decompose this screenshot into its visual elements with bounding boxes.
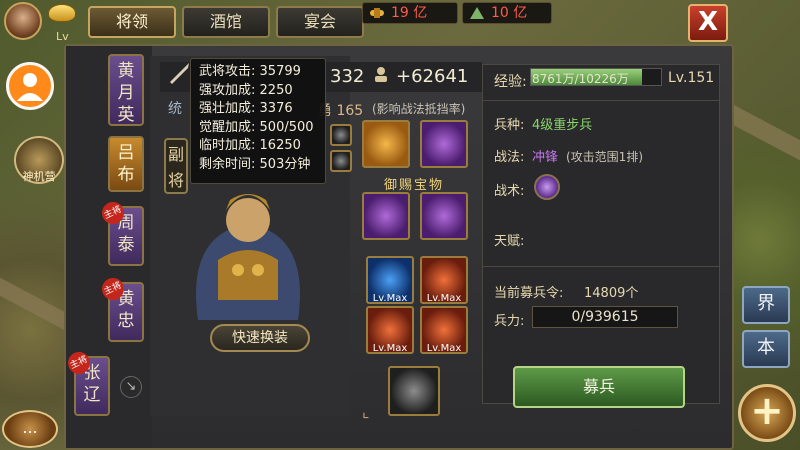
hero-power-bonus: +62641 — [396, 66, 469, 87]
tooltip-row: 强攻加成: 2250 — [199, 82, 317, 101]
equip-slot-small-1[interactable] — [330, 124, 352, 146]
player-level: Lv — [56, 30, 69, 43]
hero-command-label: 统 — [168, 101, 182, 117]
equip-slot-mount[interactable] — [388, 366, 440, 416]
tab-generals[interactable]: 将领 — [88, 6, 176, 38]
royal-treasure-label: 御赐宝物 — [384, 178, 445, 193]
resource-scroll: 19 亿 — [362, 2, 458, 24]
hero-tab-label: 黄月英 — [117, 61, 135, 125]
tooltip-label: 觉醒加成: — [199, 119, 256, 135]
base-button[interactable]: 本 — [742, 330, 790, 368]
hero-power-value: 332 — [330, 66, 365, 87]
tooltip-value: 500/500 — [259, 119, 314, 135]
world-button[interactable]: 界 — [742, 286, 790, 324]
profile-button[interactable] — [6, 62, 54, 110]
tooltip-value: 16250 — [259, 138, 301, 153]
chat-button[interactable]: ... — [2, 410, 58, 448]
equip-slot-weapon-4[interactable]: Lv.Max — [420, 306, 468, 354]
compass-icon[interactable]: ↘ — [120, 376, 142, 398]
recruit-token-label: 当前募兵令: — [494, 286, 564, 301]
tab-tavern[interactable]: 酒馆 — [182, 6, 270, 38]
gold-ingot-icon — [48, 4, 76, 22]
scroll-icon — [370, 8, 384, 18]
hero-tab-label: 吕布 — [117, 143, 135, 185]
equip-slot-tiger[interactable] — [362, 120, 410, 168]
unit-type-value: 4级重步兵 — [532, 118, 593, 133]
tooltip-value: 2250 — [259, 82, 293, 98]
lv-max-label: Lv.Max — [426, 293, 462, 304]
lv-max-label: Lv.Max — [426, 343, 462, 354]
tooltip-row: 强壮加成: 3376 — [199, 100, 317, 119]
tooltip-label: 强攻加成: — [199, 82, 256, 98]
exp-value: 8761万/10226万 — [532, 72, 629, 86]
hero-courage-note: (影响战法抵挡率) — [372, 102, 466, 116]
resource-food: 10 亿 — [462, 2, 552, 24]
tooltip-label: 强壮加成: — [199, 101, 256, 116]
equip-slot-royal-2[interactable] — [420, 192, 468, 240]
troop-label: 兵力: — [494, 314, 525, 329]
tooltip-label: 临时加成: — [199, 138, 256, 153]
equip-slot-royal-1[interactable] — [362, 192, 410, 240]
tactic-value: 冲锋 — [532, 150, 559, 165]
tactic-note: (攻击范围1排) — [566, 150, 643, 164]
resource-food-value: 10 亿 — [491, 5, 528, 21]
tooltip-label: 剩余时间: — [199, 156, 256, 172]
troop-value: 0/939615 — [532, 306, 678, 328]
tooltip-row: 临时加成: 16250 — [199, 137, 317, 156]
tooltip-row: 剩余时间: 503分钟 — [199, 156, 317, 175]
tooltip-value: 3376 — [259, 101, 293, 116]
tab-banquet[interactable]: 宴会 — [276, 6, 364, 38]
equip-slot-weapon-1[interactable]: Lv.Max — [366, 256, 414, 304]
tooltip-label: 武将攻击: — [199, 64, 256, 79]
deputy-general-button[interactable]: 副将 — [164, 138, 188, 194]
resource-scroll-value: 19 亿 — [391, 5, 428, 21]
skill-orb-icon[interactable] — [534, 174, 560, 200]
corner-arrow-icon: ⌞ — [362, 402, 370, 421]
top-bar: Lv 将领 酒馆 宴会 19 亿 10 亿 X — [0, 0, 800, 43]
user-icon — [17, 73, 43, 101]
recruit-token-value: 14809个 — [584, 286, 639, 301]
skill-label: 战术: — [494, 184, 525, 199]
tactic-label: 战法: — [494, 150, 525, 165]
equip-slot-weapon-2[interactable]: Lv.Max — [420, 256, 468, 304]
recruit-button[interactable]: 募兵 — [513, 366, 685, 408]
tooltip-value: 503分钟 — [259, 156, 311, 172]
tooltip-row: 武将攻击: 35799 — [199, 63, 317, 82]
equip-slot-weapon-3[interactable]: Lv.Max — [366, 306, 414, 354]
exp-label: 经验: — [494, 74, 527, 90]
hero-lvbu-portrait — [178, 170, 318, 320]
unit-type-label: 兵种: — [494, 118, 525, 133]
lv-max-label: Lv.Max — [372, 343, 408, 354]
divider — [482, 266, 720, 267]
tooltip-value: 35799 — [259, 64, 301, 79]
food-icon — [470, 7, 484, 19]
shenji-camp-button[interactable]: 神机营 — [14, 136, 64, 184]
hero-tab-huangzhong[interactable]: 主将 黄忠 — [98, 274, 144, 342]
equip-slot-small-2[interactable] — [330, 150, 352, 172]
divider — [482, 100, 720, 101]
sword-icon — [170, 63, 189, 84]
hero-level: Lv.151 — [668, 70, 715, 86]
hero-tab-zhangliao[interactable]: 主将 张辽 — [64, 348, 110, 416]
quick-equip-button[interactable]: 快速换装 — [210, 324, 310, 352]
equip-slot-jade[interactable] — [420, 120, 468, 168]
hero-tab-zhoutai[interactable]: 主将 周泰 — [98, 198, 144, 266]
expand-menu-button[interactable]: + — [738, 384, 796, 442]
close-button[interactable]: X — [688, 4, 728, 42]
hero-tab-lvbu[interactable]: 吕布 — [108, 136, 144, 192]
attack-stats-tooltip: 武将攻击: 35799 强攻加成: 2250 强壮加成: 3376 觉醒加成: … — [190, 58, 326, 184]
hero-tab-huangyueying[interactable]: 黄月英 — [108, 54, 144, 126]
talent-label: 天赋: — [494, 234, 525, 249]
lv-max-label: Lv.Max — [372, 293, 408, 304]
tooltip-row: 觉醒加成: 500/500 — [199, 119, 317, 138]
person-power-icon — [375, 67, 387, 82]
player-avatar[interactable] — [4, 2, 42, 40]
